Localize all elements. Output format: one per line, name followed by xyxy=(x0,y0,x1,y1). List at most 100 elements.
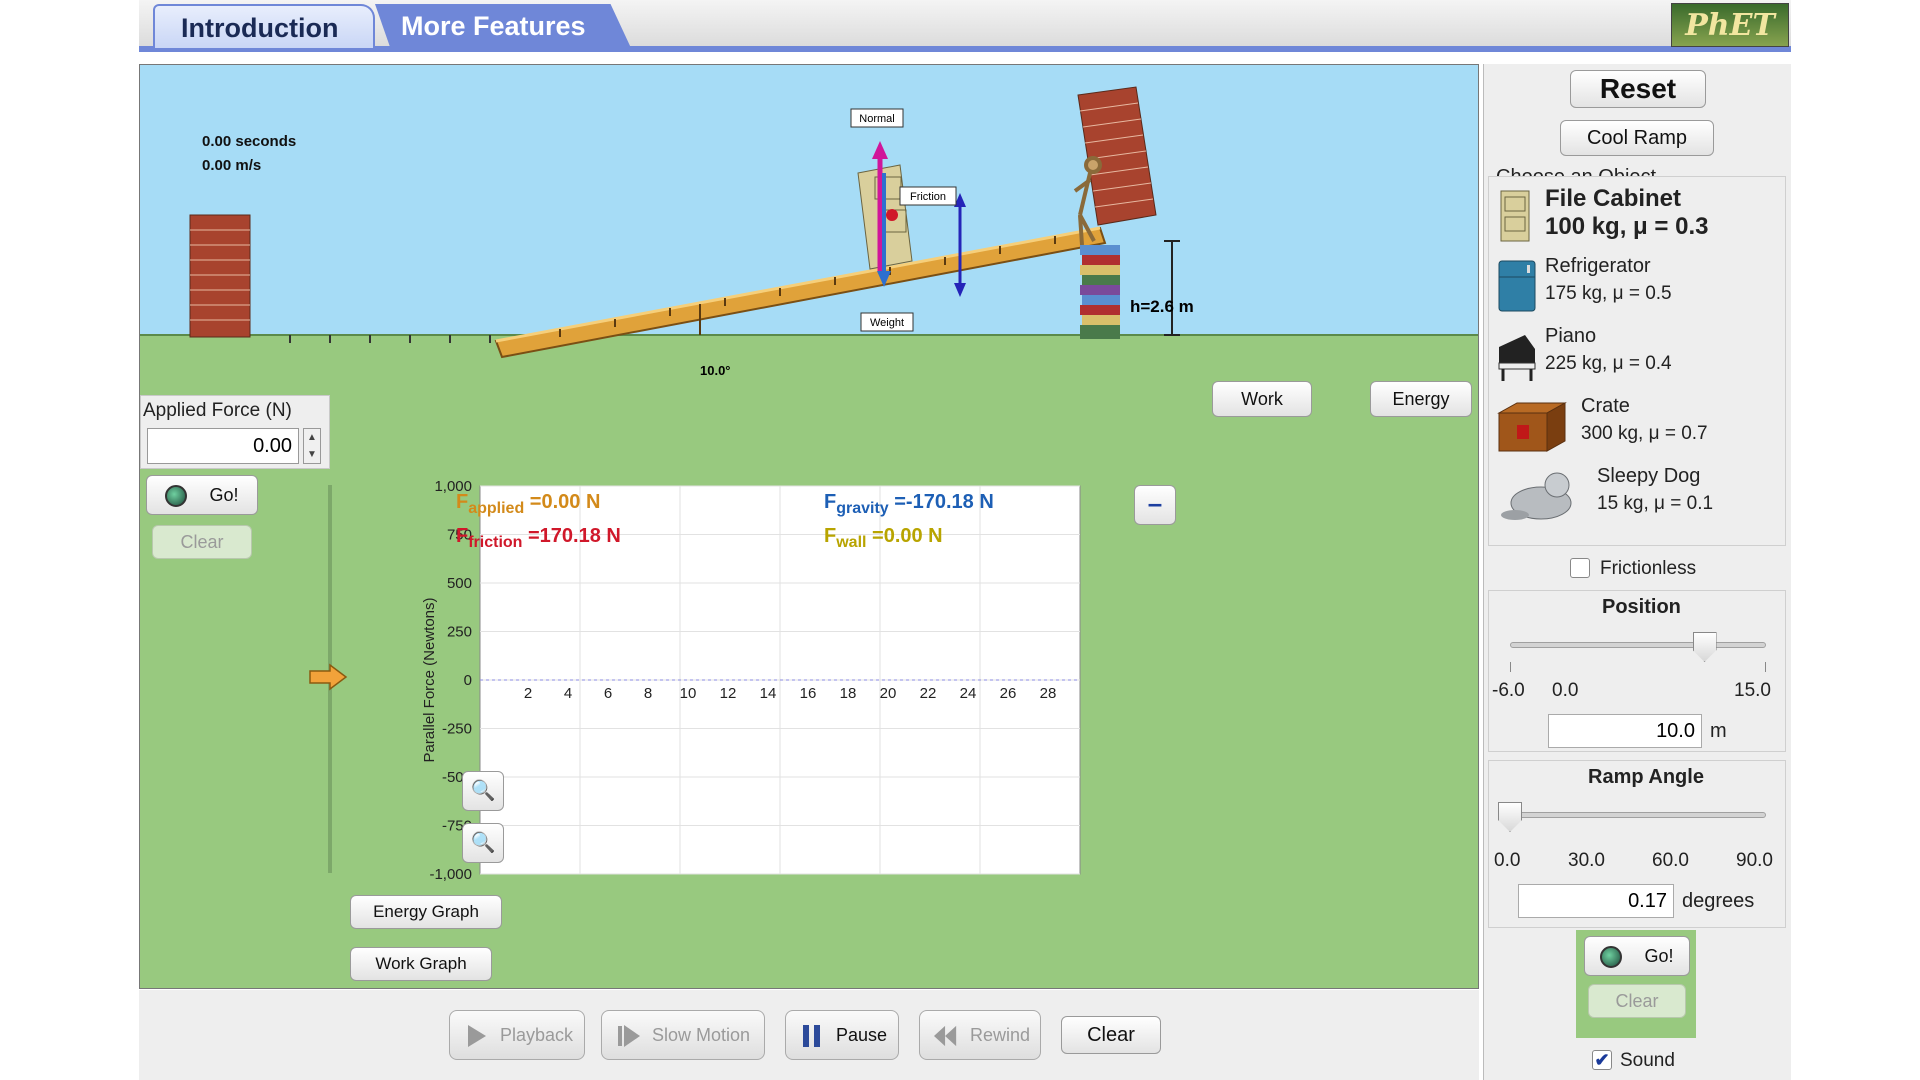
ramp[interactable] xyxy=(494,226,1107,359)
magnifier-plus-icon: 🔍 xyxy=(470,780,496,802)
playback-button[interactable]: Playback xyxy=(449,1010,585,1060)
ramp-scene: Normal Friction Weight 10.0° h=2.6 m xyxy=(140,86,1478,378)
frictionless-label: Frictionless xyxy=(1600,558,1697,579)
x-tick-label: 22 xyxy=(920,685,937,702)
x-tick-label: 6 xyxy=(604,685,612,702)
object-crate[interactable]: Crate 300 kg, μ = 0.7 xyxy=(1495,393,1781,457)
x-tick-label: 20 xyxy=(880,685,897,702)
position-slider-track[interactable] xyxy=(1510,642,1766,648)
zoom-out-button[interactable]: 🔍 xyxy=(462,823,504,863)
playback-bar: Playback Slow Motion Pause Rewind Clear xyxy=(139,990,1479,1080)
height-label: h=2.6 m xyxy=(1130,297,1194,316)
friction-label: Friction xyxy=(910,191,946,203)
tab-introduction[interactable]: Introduction xyxy=(153,4,375,48)
energy-button[interactable]: Energy xyxy=(1370,381,1472,417)
position-unit: m xyxy=(1710,720,1727,742)
ramp-angle-title: Ramp Angle xyxy=(1588,766,1704,788)
slow-motion-button[interactable]: Slow Motion xyxy=(601,1010,765,1060)
left-brick-wall xyxy=(189,214,251,338)
play-area: Normal Friction Weight 10.0° h=2.6 m 0.0… xyxy=(139,64,1479,989)
object-spec: 225 kg, μ = 0.4 xyxy=(1545,353,1672,374)
refrigerator-icon xyxy=(1498,260,1536,312)
reset-button[interactable]: Reset xyxy=(1570,70,1706,108)
control-panel: Reset Cool Ramp Choose an Object File Ca… xyxy=(1483,64,1791,1080)
pause-icon xyxy=(803,1025,820,1047)
applied-force-slider-handle[interactable] xyxy=(308,663,348,691)
object-name: Refrigerator xyxy=(1545,255,1651,277)
rewind-icon xyxy=(934,1025,957,1047)
position-tick-label: 0.0 xyxy=(1552,680,1579,701)
position-title: Position xyxy=(1602,596,1681,618)
angle-tick-label: 30.0 xyxy=(1568,850,1605,871)
object-name: Crate xyxy=(1581,395,1630,417)
energy-graph-button[interactable]: Energy Graph xyxy=(350,895,502,929)
applied-force-label: Applied Force (N) xyxy=(143,400,292,421)
angle-go-button[interactable]: Go! xyxy=(1584,936,1690,976)
go-icon xyxy=(165,485,188,508)
pause-button[interactable]: Pause xyxy=(785,1010,899,1060)
slow-motion-label: Slow Motion xyxy=(652,1025,751,1045)
angle-clear-button[interactable]: Clear xyxy=(1588,984,1686,1018)
legend-friction: Ffriction =170.18 N xyxy=(456,525,621,551)
x-tick-label: 10 xyxy=(680,685,697,702)
applied-force-input[interactable] xyxy=(147,428,299,464)
position-tick-label: 15.0 xyxy=(1734,680,1771,701)
x-tick-label: 14 xyxy=(760,685,777,702)
object-spec: 100 kg, μ = 0.3 xyxy=(1545,213,1709,240)
work-graph-button[interactable]: Work Graph xyxy=(350,947,492,981)
object-piano[interactable]: Piano 225 kg, μ = 0.4 xyxy=(1495,323,1781,387)
object-spec: 175 kg, μ = 0.5 xyxy=(1545,283,1672,304)
object-file-cabinet[interactable]: File Cabinet 100 kg, μ = 0.3 xyxy=(1495,183,1781,247)
speed-readout: 0.00 m/s xyxy=(202,157,262,174)
angle-tick-label: 90.0 xyxy=(1736,850,1773,871)
cool-ramp-button[interactable]: Cool Ramp xyxy=(1560,120,1714,156)
ramp-angle-input[interactable]: 0.17 xyxy=(1518,884,1674,918)
ramp-simulation-app: Introduction More Features PhET Normal F… xyxy=(139,0,1791,1080)
crate-icon xyxy=(1497,402,1567,452)
applied-clear-button[interactable]: Clear xyxy=(152,525,252,559)
x-tick-label: 12 xyxy=(720,685,737,702)
book-stack xyxy=(1080,245,1120,339)
normal-label: Normal xyxy=(859,113,894,125)
zoom-in-button[interactable]: 🔍 xyxy=(462,771,504,811)
x-tick-label: 28 xyxy=(1040,685,1057,702)
applied-go-button[interactable]: Go! xyxy=(146,475,258,515)
object-refrigerator[interactable]: Refrigerator 175 kg, μ = 0.5 xyxy=(1495,253,1781,317)
position-input[interactable]: 10.0 xyxy=(1548,714,1702,748)
angle-go-label: Go! xyxy=(1644,946,1674,966)
angle-tick-label: 0.0 xyxy=(1494,850,1521,871)
friction-point xyxy=(886,209,898,221)
y-tick-label: 250 xyxy=(447,624,472,641)
angle-label: 10.0° xyxy=(700,363,731,378)
sound-checkbox[interactable]: ✔ xyxy=(1592,1050,1612,1070)
ramp-angle-unit: degrees xyxy=(1682,890,1755,912)
object-name: Sleepy Dog xyxy=(1597,465,1701,487)
ramp-angle-slider-track[interactable] xyxy=(1510,812,1766,818)
rewind-button[interactable]: Rewind xyxy=(919,1010,1041,1060)
tab-more-features[interactable]: More Features xyxy=(375,4,631,48)
go-icon xyxy=(1600,946,1623,969)
graph-minimize-button[interactable]: – xyxy=(1134,485,1176,525)
legend-gravity: Fgravity =-170.18 N xyxy=(824,491,994,517)
play-icon xyxy=(468,1025,486,1047)
y-tick-label: 500 xyxy=(447,575,472,592)
frictionless-checkbox[interactable] xyxy=(1570,558,1590,578)
work-button[interactable]: Work xyxy=(1212,381,1312,417)
object-sleepy-dog[interactable]: Sleepy Dog 15 kg, μ = 0.1 xyxy=(1495,463,1781,527)
object-spec: 300 kg, μ = 0.7 xyxy=(1581,423,1708,444)
position-ticks xyxy=(1510,662,1766,672)
legend-applied: Fapplied =0.00 N xyxy=(456,491,601,517)
applied-force-spinner[interactable]: ▲ ▼ xyxy=(303,428,321,464)
sound-label: Sound xyxy=(1620,1050,1675,1071)
bottom-clear-button[interactable]: Clear xyxy=(1061,1016,1161,1054)
y-axis-label: Parallel Force (Newtons) xyxy=(421,597,438,762)
y-tick-label: -250 xyxy=(442,721,472,738)
time-readout: 0.00 seconds xyxy=(202,133,297,150)
dog-icon xyxy=(1501,472,1572,520)
x-tick-label: 4 xyxy=(564,685,572,702)
x-tick-label: 8 xyxy=(644,685,652,702)
applied-force-panel: Applied Force (N) ▲▼ xyxy=(140,395,330,469)
object-name: Piano xyxy=(1545,325,1597,347)
file-cabinet-icon xyxy=(1500,190,1530,242)
phet-logo[interactable]: PhET xyxy=(1671,3,1789,47)
